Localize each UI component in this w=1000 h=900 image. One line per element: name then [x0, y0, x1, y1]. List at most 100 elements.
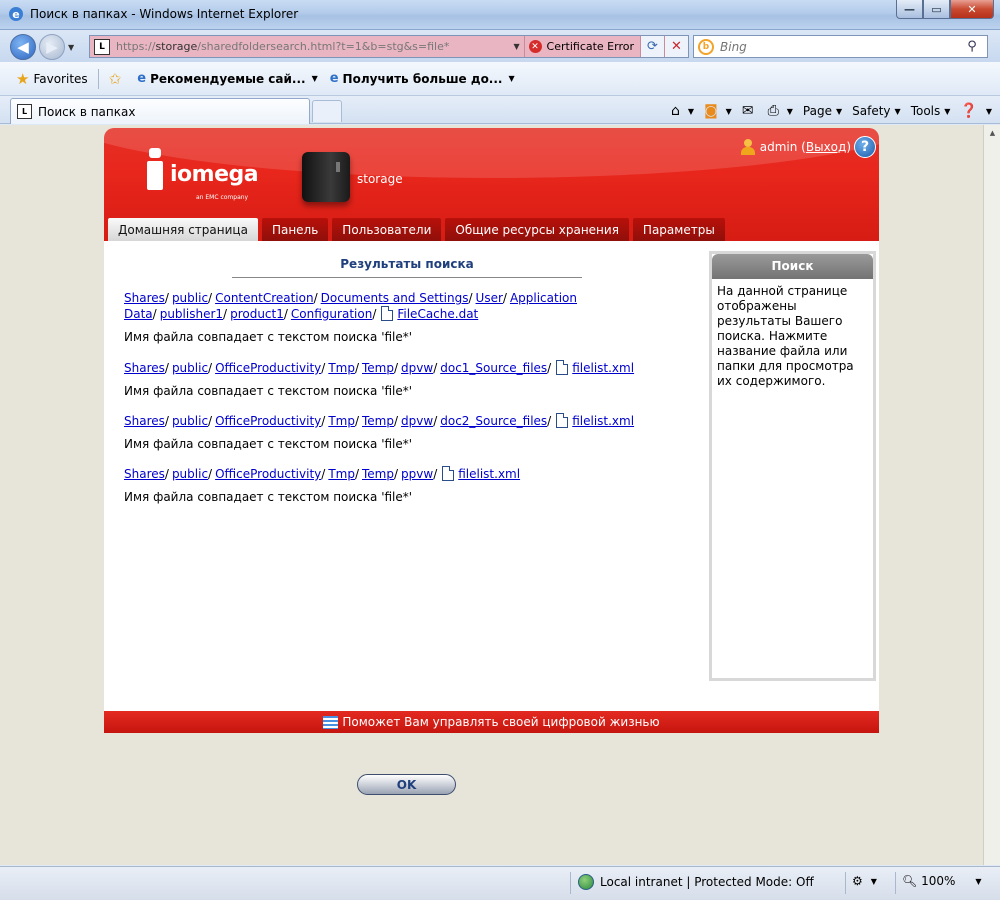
folder-link[interactable]: Shares [124, 467, 165, 481]
tab-settings[interactable]: Параметры [632, 218, 725, 241]
folder-link[interactable]: dpvw [401, 361, 433, 375]
folder-link[interactable]: Shares [124, 414, 165, 428]
certificate-error[interactable]: ✕ Certificate Error [523, 36, 640, 57]
tab-users[interactable]: Пользователи [332, 218, 442, 241]
address-row: ◀ ▶ ▼ L https://storage/sharedfoldersear… [0, 30, 1000, 62]
print-button[interactable]: ⎙ ▼ [768, 103, 793, 119]
folder-link[interactable]: dpvw [401, 414, 433, 428]
folder-link[interactable]: public [172, 291, 208, 305]
match-text: Имя файла совпадает с текстом поиска 'fi… [124, 384, 413, 398]
folder-link[interactable]: OfficeProductivity [215, 361, 321, 375]
folder-link[interactable]: OfficeProductivity [215, 467, 321, 481]
tab-search-folders[interactable]: L Поиск в папках [10, 98, 310, 124]
home-button[interactable]: ⌂ ▼ [671, 103, 694, 119]
folder-link[interactable]: public [172, 467, 208, 481]
mail-button[interactable]: ✉ [742, 103, 758, 119]
folder-link[interactable]: public [172, 361, 208, 375]
folder-link[interactable]: Shares [124, 361, 165, 375]
favorite-get-more-addons[interactable]: e Получить больше до... ▼ [324, 67, 521, 91]
tab-shared-storage[interactable]: Общие ресурсы хранения [445, 218, 629, 241]
user-box: admin (Выход) [740, 139, 851, 155]
address-dropdown[interactable]: ▼ [510, 42, 524, 51]
zoom-control[interactable]: 🔍︎ 100% ▼ [902, 874, 982, 888]
url-text[interactable]: https://storage/sharedfoldersearch.html?… [116, 40, 510, 53]
folder-link[interactable]: doc1_Source_files [440, 361, 547, 375]
result-path: Shares/public/OfficeProductivity/Tmp/Tem… [124, 413, 635, 428]
folder-link[interactable]: public [172, 414, 208, 428]
file-link[interactable]: FileCache.dat [397, 307, 478, 321]
folder-link[interactable]: Documents and Settings [321, 291, 469, 305]
folder-link[interactable]: Configuration [291, 307, 372, 321]
site-icon: L [17, 104, 32, 119]
folder-link[interactable]: doc2_Source_files [440, 414, 547, 428]
tools-menu[interactable]: Tools ▼ [911, 104, 951, 118]
scroll-up-arrow[interactable]: ▲ [984, 125, 1000, 142]
file-icon [442, 466, 455, 481]
main-nav: Домашняя страница Панель Пользователи Об… [108, 218, 729, 241]
tab-home[interactable]: Домашняя страница [108, 218, 258, 241]
vertical-scrollbar[interactable]: ▲ [983, 125, 1000, 865]
file-icon [556, 360, 569, 375]
folder-link[interactable]: ppvw [401, 467, 433, 481]
file-link[interactable]: filelist.xml [572, 414, 634, 428]
folder-link[interactable]: publisher1 [160, 307, 223, 321]
emc-stripes-icon [323, 715, 339, 729]
mail-icon: ✉ [741, 103, 754, 119]
favorites-bar: ★ Favorites ✩ e Рекомендуемые сай... ▼ e Пол… [0, 62, 1000, 96]
window-titlebar: e Поиск в папках - Windows Internet Expl… [0, 0, 1000, 30]
help-button[interactable]: ? [854, 136, 876, 158]
folder-link[interactable]: product1 [230, 307, 284, 321]
iomega-app: iomega an EMC company storage admin (Вых… [104, 128, 879, 795]
command-bar: ⌂ ▼ ◙ ▼ ✉ ⎙ ▼ Page ▼ Safety ▼ Tools ▼ ❓ ▼ [661, 100, 992, 122]
logout-link[interactable]: Выход [806, 140, 846, 154]
safety-menu[interactable]: Safety ▼ [852, 104, 901, 118]
folder-link[interactable]: Shares [124, 291, 165, 305]
folder-link[interactable]: Tmp [328, 414, 355, 428]
new-tab-button[interactable] [312, 100, 342, 122]
back-button[interactable]: ◀ [10, 34, 36, 60]
close-button[interactable]: ✕ [950, 0, 994, 19]
refresh-button[interactable]: ⟳ [640, 36, 664, 57]
minimize-button[interactable]: — [896, 0, 923, 19]
app-footer: Поможет Вам управлять своей цифровой жиз… [104, 711, 879, 733]
file-link[interactable]: filelist.xml [572, 361, 634, 375]
recent-pages-dropdown[interactable]: ▼ [68, 43, 74, 52]
folder-link[interactable]: Temp [362, 414, 394, 428]
folder-link[interactable]: Tmp [328, 361, 355, 375]
file-link[interactable]: filelist.xml [458, 467, 520, 481]
ie-page-icon: e [329, 71, 339, 86]
nas-device-icon [302, 152, 350, 202]
site-icon: L [94, 38, 110, 55]
folder-link[interactable]: User [476, 291, 503, 305]
favorite-suggested-sites[interactable]: e Рекомендуемые сай... ▼ [131, 67, 323, 91]
forward-button[interactable]: ▶ [39, 34, 65, 60]
ok-button[interactable]: OK [357, 774, 456, 795]
favorites-button[interactable]: ★ Favorites [10, 67, 94, 91]
search-input[interactable] [720, 39, 957, 54]
folder-link[interactable]: Temp [362, 467, 394, 481]
tab-dashboard[interactable]: Панель [261, 218, 329, 241]
address-bar[interactable]: L https://storage/sharedfoldersearch.htm… [89, 35, 689, 58]
page-menu[interactable]: Page ▼ [803, 104, 842, 118]
iomega-logo[interactable]: iomega an EMC company [144, 148, 259, 201]
stop-button[interactable]: ✕ [664, 36, 688, 57]
bing-icon: b [698, 38, 714, 55]
folder-link[interactable]: ContentCreation [215, 291, 314, 305]
result-path: Shares/public/OfficeProductivity/Tmp/Tem… [124, 466, 521, 481]
folder-link[interactable]: OfficeProductivity [215, 414, 321, 428]
privacy-button[interactable]: ⚙ ▼ [852, 874, 877, 888]
search-box[interactable]: b ⚲ [693, 35, 988, 58]
search-icon[interactable]: ⚲ [957, 39, 987, 54]
feeds-button[interactable]: ◙ ▼ [704, 103, 732, 119]
folder-link[interactable]: Temp [362, 361, 394, 375]
maximize-button[interactable]: ▭ [923, 0, 950, 19]
folder-link[interactable]: Tmp [328, 467, 355, 481]
help-menu[interactable]: ❓ ▼ [960, 103, 992, 119]
match-text: Имя файла совпадает с текстом поиска 'fi… [124, 330, 413, 344]
security-zone[interactable]: Local intranet | Protected Mode: Off [578, 874, 814, 890]
add-favorite-button[interactable]: ✩ [103, 67, 132, 91]
window-title: Поиск в папках - Windows Internet Explor… [30, 7, 299, 21]
sidebar-text: На данной странице отображены результаты… [717, 284, 854, 388]
ie-icon: e [9, 7, 23, 21]
file-icon [381, 306, 394, 321]
